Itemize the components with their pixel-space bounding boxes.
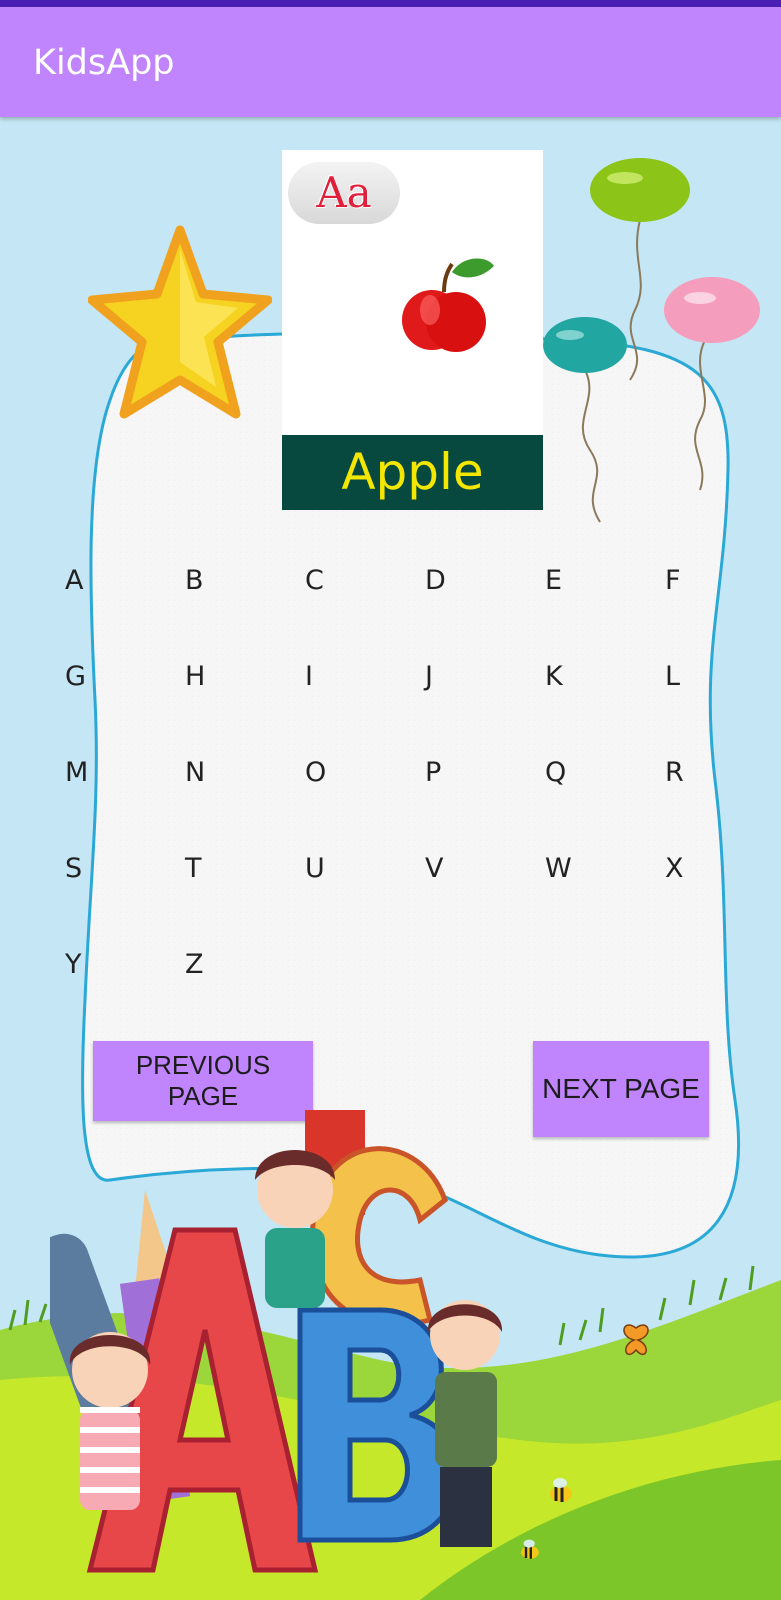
letter-k[interactable]: K — [540, 651, 660, 747]
letter-w[interactable]: W — [540, 843, 660, 939]
star-icon — [88, 225, 272, 419]
letter-a[interactable]: A — [60, 555, 180, 651]
letter-h[interactable]: H — [180, 651, 300, 747]
letter-l[interactable]: L — [660, 651, 780, 747]
bee-icon — [521, 1539, 539, 1559]
letter-j[interactable]: J — [420, 651, 540, 747]
app-bar: KidsApp — [0, 7, 781, 117]
letter-m[interactable]: M — [60, 747, 180, 843]
letter-r[interactable]: R — [660, 747, 780, 843]
letter-t[interactable]: T — [180, 843, 300, 939]
letter-e[interactable]: E — [540, 555, 660, 651]
letter-i[interactable]: I — [300, 651, 420, 747]
letter-y[interactable]: Y — [60, 939, 180, 1035]
app-title: KidsApp — [33, 43, 175, 83]
letter-p[interactable]: P — [420, 747, 540, 843]
apple-icon — [402, 258, 494, 352]
letter-n[interactable]: N — [180, 747, 300, 843]
abc-kids-illustration — [50, 1110, 503, 1573]
alphabet-grid: ABCDEF GHIJKL MNOPQR STUVWX YZ — [60, 555, 780, 1035]
flashcard: Aa Apple — [282, 150, 543, 510]
case-label: Aa — [288, 162, 400, 224]
letter-d[interactable]: D — [420, 555, 540, 651]
letter-f[interactable]: F — [660, 555, 780, 651]
bee-icon — [550, 1478, 572, 1502]
letter-g[interactable]: G — [60, 651, 180, 747]
letter-v[interactable]: V — [420, 843, 540, 939]
next-page-button[interactable]: NEXT PAGE — [533, 1041, 709, 1137]
flashcard-word: Apple — [282, 435, 543, 510]
letter-s[interactable]: S — [60, 843, 180, 939]
status-bar — [0, 0, 781, 7]
letter-q[interactable]: Q — [540, 747, 660, 843]
butterfly-icon — [623, 1324, 649, 1356]
letter-o[interactable]: O — [300, 747, 420, 843]
letter-c[interactable]: C — [300, 555, 420, 651]
letter-u[interactable]: U — [300, 843, 420, 939]
letter-z[interactable]: Z — [180, 939, 300, 1035]
letter-x[interactable]: X — [660, 843, 780, 939]
letter-b[interactable]: B — [180, 555, 300, 651]
previous-page-button[interactable]: PREVIOUS PAGE — [93, 1041, 313, 1121]
balloons-icon — [543, 158, 760, 523]
